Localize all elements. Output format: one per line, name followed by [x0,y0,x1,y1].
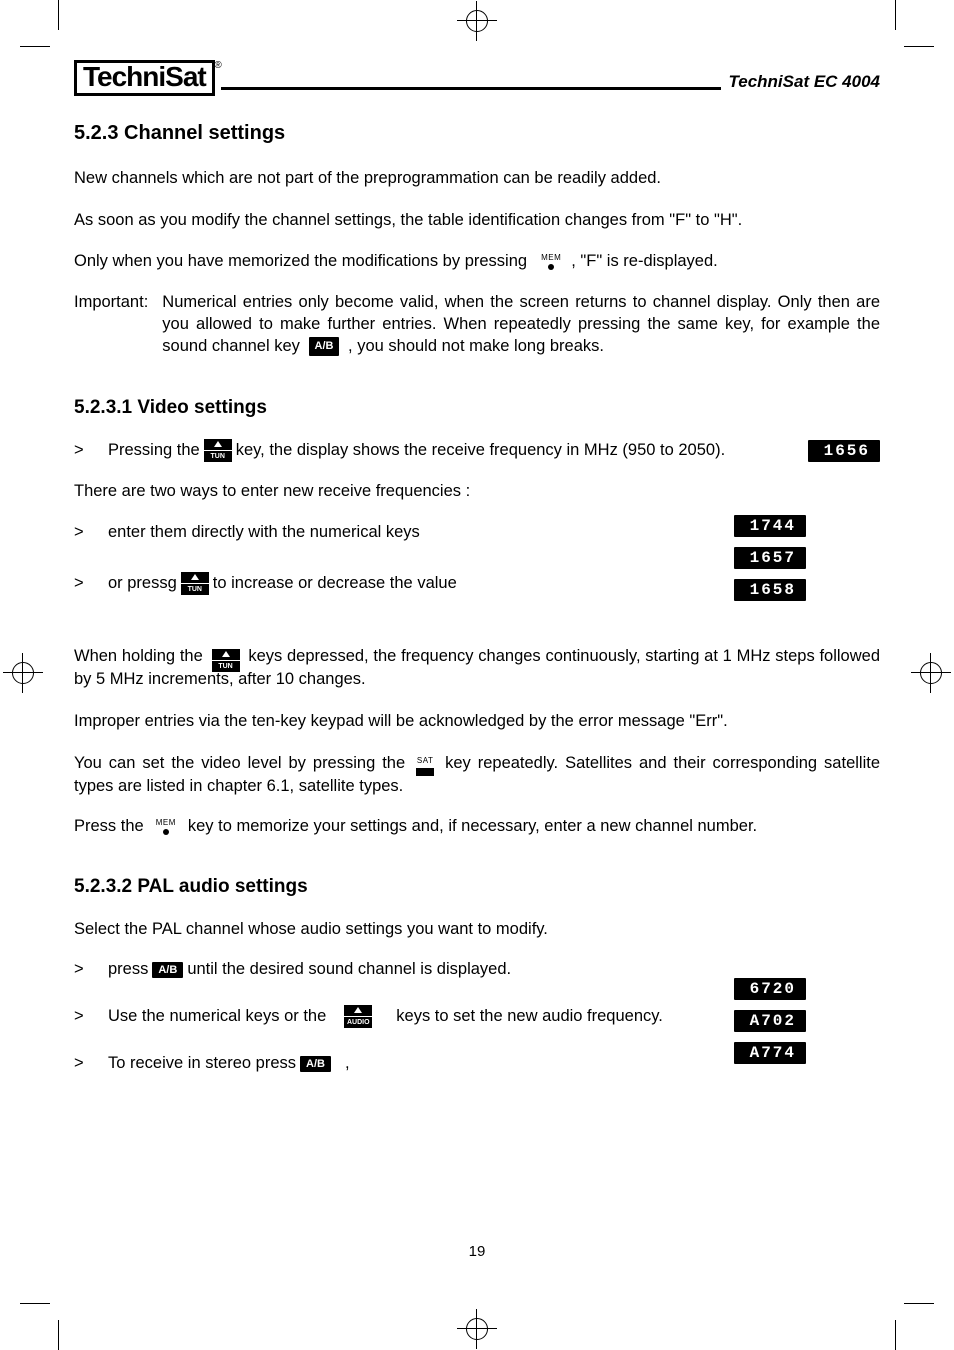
bullet-text: Pressing the [108,441,200,460]
lcd-display-a702: A702 [734,1010,806,1032]
para-new-channels: New channels which are not part of the p… [74,167,880,189]
bullet-text: key, the display shows the receive frequ… [236,441,725,460]
tun-updown-key-icon: TUN [181,572,209,595]
registration-mark-right [920,662,942,684]
para-improper-err: Improper entries via the ten-key keypad … [74,710,880,732]
brand-logo-text: TechniSat [83,61,206,92]
bullet-marker: > [74,1007,90,1026]
para-press-mem: Press the MEM key to memorize your setti… [74,817,880,836]
bullet-marker: > [74,960,90,979]
mem-key-icon: MEM [152,818,180,835]
important-label: Important: [74,291,148,358]
tun-updown-key-icon: TUN [212,649,240,672]
lcd-display-1657: 1657 [734,547,806,569]
para-modify-settings: As soon as you modify the channel settin… [74,209,880,231]
important-text-b: , you should not make long breaks. [348,337,604,355]
para-holding-a: When holding the [74,647,203,665]
para-select-pal: Select the PAL channel whose audio setti… [74,918,880,940]
cropmark [58,1320,59,1350]
registration-mark-top [466,10,488,32]
bullet-marker: > [74,523,90,542]
cropmark [58,0,59,30]
para-memorize-b: , "F" is re-displayed. [571,252,718,271]
bullet-text: or pressg [108,574,177,593]
page-number: 19 [469,1243,486,1260]
heading-5-2-3-1: 5.2.3.1 Video settings [74,397,880,419]
registration-mark-bottom [466,1318,488,1340]
bullet-press-ab: > press A/B until the desired sound chan… [74,960,880,979]
sat-key-icon: SAT [412,756,438,777]
lcd-display-1656: 1656 [808,440,880,462]
bullet-marker: > [74,1054,90,1073]
registration-mark-left [12,662,34,684]
para-two-ways: There are two ways to enter new receive … [74,480,880,502]
para-memorize: Only when you have memorized the modific… [74,252,880,271]
bullet-marker: > [74,574,90,593]
lcd-display-6720: 6720 [734,978,806,1000]
para-video-level: You can set the video level by pressing … [74,752,880,797]
heading-5-2-3: 5.2.3 Channel settings [74,122,880,145]
cropmark [20,46,50,47]
para-video-level-a: You can set the video level by pressing … [74,754,405,772]
cropmark [895,1320,896,1350]
brand-logo: TechniSat ® [74,60,215,96]
tun-updown-key-icon: TUN [204,439,232,462]
bullet-text: Use the numerical keys or the [108,1007,326,1026]
model-label: TechniSat EC 4004 [721,72,881,96]
bullet-text: enter them directly with the numerical k… [108,523,420,542]
para-press-mem-a: Press the [74,817,144,836]
ab-key-icon: A/B [300,1056,331,1072]
bullet-text: , [345,1054,350,1073]
lcd-display-1744: 1744 [734,515,806,537]
audio-updown-key-icon: AUDIO [344,1005,372,1028]
bullet-pressing-tun: > Pressing the TUN key, the display show… [74,439,880,462]
important-note: Important: Numerical entries only become… [74,291,880,358]
mem-key-icon: MEM [537,253,565,270]
header-rule [221,87,721,90]
ab-key-icon: A/B [309,337,340,356]
para-holding-keys: When holding the TUN keys depressed, the… [74,645,880,690]
bullet-text: keys to set the new audio frequency. [396,1007,663,1026]
bullet-text: press [108,960,148,979]
ab-key-icon: A/B [152,962,183,978]
cropmark [895,0,896,30]
brand-logo-registered: ® [214,61,221,71]
bullet-marker: > [74,441,90,460]
cropmark [20,1303,50,1304]
bullet-text: until the desired sound channel is displ… [187,960,511,979]
heading-5-2-3-2: 5.2.3.2 PAL audio settings [74,876,880,898]
cropmark [904,46,934,47]
page-header: TechniSat ® TechniSat EC 4004 [74,60,880,96]
para-memorize-a: Only when you have memorized the modific… [74,252,527,271]
bullet-text: to increase or decrease the value [213,574,457,593]
cropmark [904,1303,934,1304]
para-press-mem-b: key to memorize your settings and, if ne… [188,817,757,836]
lcd-display-1658: 1658 [734,579,806,601]
bullet-text: To receive in stereo press [108,1054,296,1073]
lcd-display-a774: A774 [734,1042,806,1064]
